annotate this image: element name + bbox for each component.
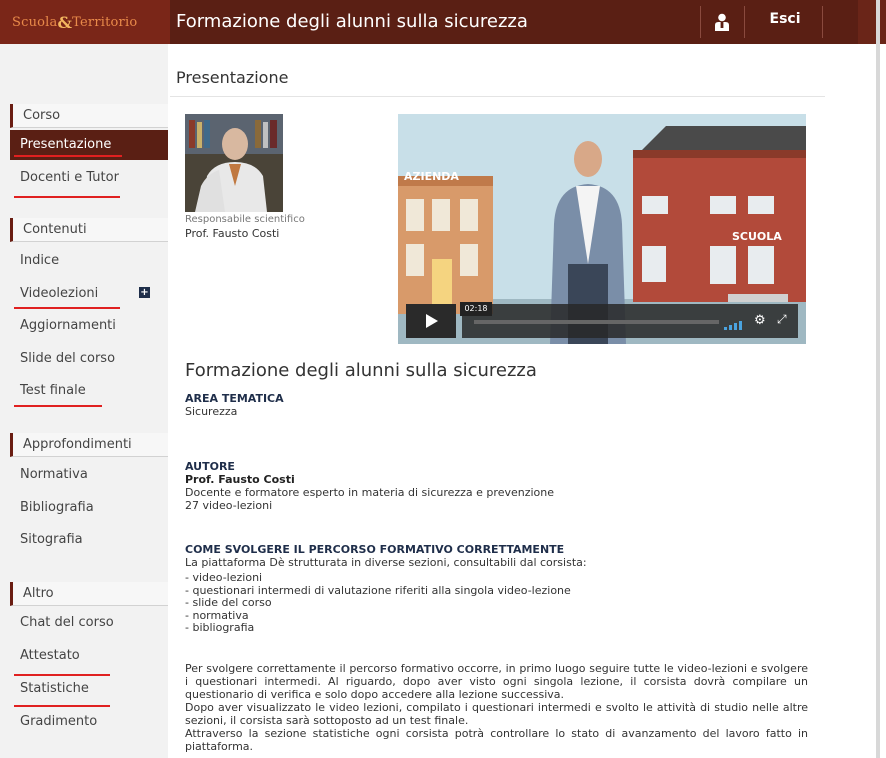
author-role: Responsabile scientifico	[185, 214, 305, 225]
list-item: - video-lezioni	[185, 571, 263, 584]
sidebar-item-indice[interactable]: Indice	[10, 246, 168, 276]
area-value: Sicurezza	[185, 405, 238, 418]
annotation-underline	[14, 155, 122, 157]
page-edge	[876, 0, 880, 758]
settings-gear-icon[interactable]: ⚙	[754, 313, 766, 328]
sub-header-strip	[620, 44, 820, 52]
sidebar-item-gradimento[interactable]: Gradimento	[10, 707, 168, 737]
instructions-paragraph: Dopo aver visualizzato le video lezioni,…	[185, 701, 808, 727]
header-divider	[700, 6, 701, 38]
heading-divider	[170, 96, 825, 97]
sidebar-section-altro: Altro	[10, 582, 168, 606]
sidebar-item-aggiornamenti[interactable]: Aggiornamenti	[10, 311, 168, 341]
author-full-name: Prof. Fausto Costi	[185, 473, 295, 486]
fullscreen-icon[interactable]: ⤢	[777, 312, 787, 327]
sidebar-item-statistiche[interactable]: Statistiche	[10, 674, 168, 704]
header-divider	[744, 6, 745, 38]
annotation-underline	[14, 674, 110, 676]
sidebar-section-approfondimenti: Approfondimenti	[10, 433, 168, 457]
howto-intro: La piattaforma Dè strutturata in diverse…	[185, 556, 587, 569]
play-button[interactable]	[406, 304, 456, 338]
video-label-azienda: AZIENDA	[404, 170, 459, 183]
logo[interactable]: Scuola & Territorio	[0, 0, 170, 44]
sidebar-item-slide-corso[interactable]: Slide del corso	[10, 344, 168, 374]
instructions-paragraph: Per svolgere correttamente il percorso f…	[185, 662, 808, 701]
video-time: 02:18	[460, 302, 492, 316]
sidebar: Corso Presentazione Docenti e Tutor Cont…	[0, 44, 168, 758]
instructions-paragraph: Attraverso la sezione statistiche ogni c…	[185, 727, 808, 753]
header-divider	[822, 6, 823, 38]
sidebar-section-contenuti: Contenuti	[10, 218, 168, 242]
author-name: Prof. Fausto Costi	[185, 227, 280, 240]
area-label: AREA TEMATICA	[185, 392, 284, 405]
author-description: Docente e formatore esperto in materia d…	[185, 486, 555, 499]
list-item: - bibliografia	[185, 621, 255, 634]
sidebar-item-docenti-tutor[interactable]: Docenti e Tutor	[10, 163, 168, 193]
annotation-underline	[14, 405, 102, 407]
sidebar-item-chat[interactable]: Chat del corso	[10, 608, 168, 638]
sidebar-item-normativa[interactable]: Normativa	[10, 460, 168, 490]
sidebar-item-attestato[interactable]: Attestato	[10, 641, 168, 671]
volume-icon[interactable]	[724, 315, 746, 330]
logo-part1: Scuola	[12, 14, 58, 30]
user-icon[interactable]	[707, 10, 737, 34]
video-label-scuola: SCUOLA	[732, 230, 782, 243]
page-title: Presentazione	[176, 68, 289, 87]
author-lesson-count: 27 video-lezioni	[185, 499, 273, 512]
logo-amp: &	[57, 12, 73, 32]
author-label: AUTORE	[185, 460, 235, 473]
sidebar-item-sitografia[interactable]: Sitografia	[10, 525, 168, 555]
progress-bar[interactable]	[474, 320, 719, 324]
howto-label: COME SVOLGERE IL PERCORSO FORMATIVO CORR…	[185, 543, 565, 556]
header-right-edge	[858, 0, 886, 44]
logout-button[interactable]: Esci	[752, 11, 818, 27]
annotation-underline	[14, 307, 120, 309]
sidebar-item-test-finale[interactable]: Test finale	[10, 376, 168, 406]
section-list: - video-lezioni - questionari intermedi …	[185, 571, 571, 635]
course-title: Formazione degli alunni sulla sicurezza	[185, 360, 537, 381]
annotation-underline	[14, 705, 110, 707]
annotation-underline	[14, 196, 120, 198]
sidebar-item-bibliografia[interactable]: Bibliografia	[10, 493, 168, 523]
author-portrait	[185, 114, 283, 212]
sidebar-section-corso: Corso	[10, 104, 168, 128]
expand-plus-icon[interactable]: +	[139, 287, 150, 298]
video-controls: 02:18 ⚙ ⤢	[406, 302, 798, 338]
app-title: Formazione degli alunni sulla sicurezza	[176, 11, 528, 32]
list-item: - slide del corso	[185, 596, 272, 609]
logo-part2: Territorio	[72, 14, 138, 30]
